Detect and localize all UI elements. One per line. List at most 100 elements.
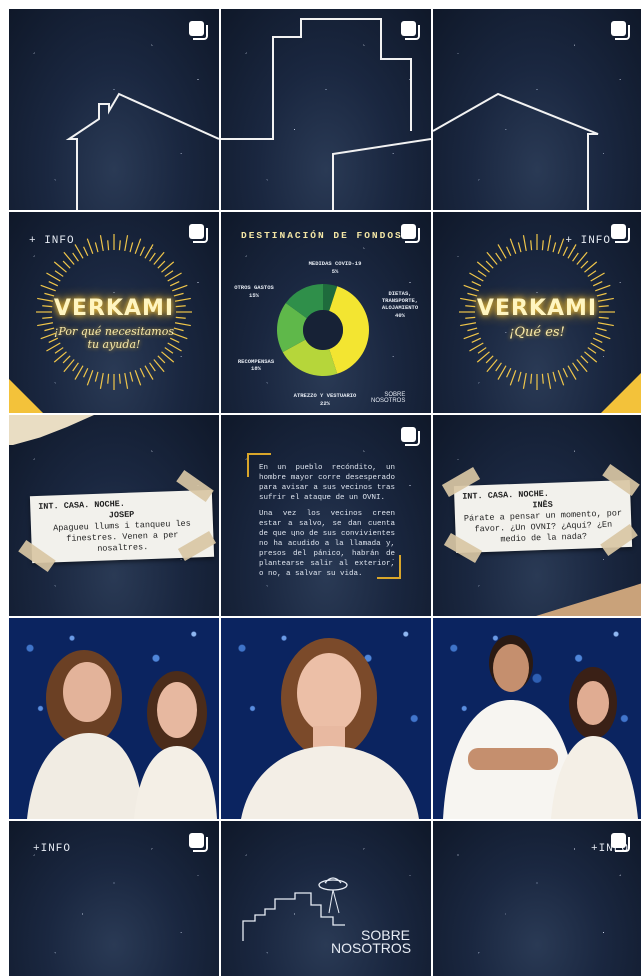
- sun-ray: [495, 252, 502, 262]
- sun-ray: [572, 252, 579, 262]
- sun-ray: [587, 347, 597, 354]
- chart-value-atrezzo: 22%: [320, 400, 330, 407]
- instagram-grid: + INFO VERKAMI ¡Por qué necesitamos tu a…: [0, 0, 641, 976]
- sun-ray: [557, 370, 565, 386]
- sun-ray: [497, 244, 507, 259]
- sun-ray: [172, 284, 188, 292]
- sun-ray: [572, 362, 579, 372]
- sobre-nosotros-logo: SOBRE NOSOTROS: [371, 392, 405, 404]
- post-funding-chart[interactable]: DESTINACIÓN DE FONDOS MEDIDAS COVID-19 D…: [221, 212, 431, 413]
- sun-ray: [567, 365, 577, 380]
- sun-ray: [139, 367, 145, 378]
- sun-ray: [590, 342, 605, 352]
- post-sobre-nosotros[interactable]: SOBRE NOSOTROS: [221, 821, 431, 976]
- sun-ray: [169, 281, 180, 287]
- sun-ray: [83, 246, 89, 257]
- post-verkami-what[interactable]: + INFO VERKAMI ¡Qué es!: [433, 212, 641, 413]
- sun-ray: [477, 270, 487, 277]
- sun-ray: [541, 240, 544, 251]
- sun-ray: [118, 240, 121, 251]
- sun-ray: [62, 260, 71, 269]
- chart-label-otros: OTROS GASTOS: [234, 284, 274, 291]
- sun-ray: [587, 270, 597, 277]
- sun-ray: [469, 342, 484, 352]
- sun-ray: [107, 240, 110, 251]
- carousel-icon: [611, 21, 630, 40]
- carousel-icon: [401, 224, 420, 243]
- sun-ray: [552, 371, 557, 382]
- sun-ray: [509, 238, 517, 254]
- carousel-icon: [401, 427, 420, 446]
- synopsis-p2: Una vez los vecinos creen estar a salvo,…: [259, 510, 395, 578]
- post-synopsis[interactable]: En un pueblo recóndito, un hombre mayor …: [221, 415, 431, 616]
- post-photo-woman[interactable]: [221, 618, 431, 819]
- carousel-icon: [611, 224, 630, 243]
- info-label: +INFO: [33, 843, 72, 855]
- carousel-icon: [189, 21, 208, 40]
- post-script-ines[interactable]: INT. CASA. NOCHE. INÊS Párate a pensar u…: [433, 415, 641, 616]
- post-house-center[interactable]: [221, 9, 431, 210]
- sun-ray: [86, 370, 94, 386]
- sun-ray: [94, 242, 99, 253]
- chart-value-covid: 5%: [331, 268, 339, 275]
- post-info-left[interactable]: +INFO: [9, 821, 219, 976]
- sun-ray: [144, 365, 154, 380]
- chart-label-recompensas: RECOMPENSAS: [237, 358, 275, 365]
- sun-ray: [522, 235, 527, 252]
- sun-ray: [590, 272, 605, 282]
- post-photo-duo-women[interactable]: [9, 618, 219, 819]
- donut-hole: [303, 310, 343, 350]
- logo-line-2: NOSOTROS: [331, 940, 412, 956]
- sun-ray: [118, 373, 121, 384]
- sun-ray: [40, 284, 56, 292]
- sun-ray: [509, 370, 517, 386]
- sun-ray: [547, 372, 552, 389]
- chart-value-recompensas: 18%: [251, 365, 261, 372]
- sun-ray: [469, 272, 484, 282]
- sun-ray: [129, 371, 134, 382]
- sun-ray: [595, 284, 611, 292]
- sun-ray: [580, 260, 589, 269]
- logo-line-2: NOSOTROS: [371, 398, 406, 404]
- sun-ray: [463, 284, 479, 292]
- carousel-icon: [401, 21, 420, 40]
- chart-label-covid: MEDIDAS COVID-19: [308, 260, 362, 267]
- sun-ray: [124, 372, 129, 389]
- sun-ray: [72, 252, 79, 262]
- sun-ray: [167, 272, 182, 282]
- sobre-nosotros-logo: SOBRE NOSOTROS: [331, 928, 412, 956]
- verkami-title: VERKAMI: [53, 296, 175, 321]
- chart-label-dietas: DIETAS, TRANSPORTE, ALOJAMIENTO: [381, 290, 419, 311]
- sun-ray: [86, 238, 94, 254]
- post-house-left[interactable]: [9, 9, 219, 210]
- sun-ray: [74, 244, 84, 259]
- sun-ray: [557, 238, 565, 254]
- sun-ray: [54, 270, 64, 277]
- sun-ray: [485, 260, 494, 269]
- sun-ray: [547, 235, 552, 252]
- sun-ray: [541, 373, 544, 384]
- verkami-subtitle: ¡Por qué necesitamos tu ayuda!: [54, 325, 174, 351]
- sun-ray: [592, 281, 603, 287]
- post-info-right[interactable]: +INFO: [433, 821, 641, 976]
- verkami-title: VERKAMI: [476, 296, 598, 321]
- sun-ray: [495, 362, 502, 372]
- sun-ray: [134, 370, 142, 386]
- sun-ray: [134, 238, 142, 254]
- yellow-corner: [9, 379, 43, 413]
- sun-ray: [83, 367, 89, 378]
- sun-ray: [139, 246, 145, 257]
- post-photo-man-woman[interactable]: [433, 618, 641, 819]
- post-script-josep[interactable]: INT. CASA. NOCHE. JOSEP Apagueu llums i …: [9, 415, 219, 616]
- sun-ray: [74, 365, 84, 380]
- post-verkami-why[interactable]: + INFO VERKAMI ¡Por qué necesitamos tu a…: [9, 212, 219, 413]
- sun-ray: [94, 371, 99, 382]
- sun-ray: [477, 347, 487, 354]
- person-photo: [443, 635, 638, 819]
- sun-ray: [522, 372, 527, 389]
- sun-ray: [530, 373, 533, 384]
- sun-ray: [506, 367, 512, 378]
- sun-ray: [107, 373, 110, 384]
- sun-ray: [562, 246, 568, 257]
- post-house-right[interactable]: [433, 9, 641, 210]
